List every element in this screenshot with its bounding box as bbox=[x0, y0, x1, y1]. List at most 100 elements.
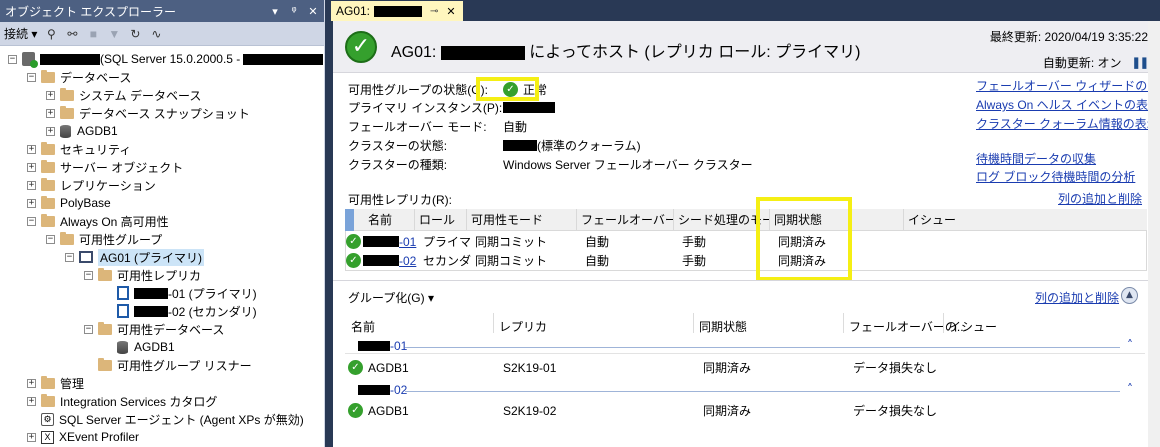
link-collect-latency[interactable]: 待機時間データの収集 bbox=[976, 150, 1096, 167]
col-header-availability-mode[interactable]: 可用性モード bbox=[467, 208, 577, 231]
expand-icon[interactable]: + bbox=[46, 108, 55, 118]
link-health-events[interactable]: Always On ヘルス イベントの表示(L) bbox=[976, 96, 1160, 113]
collapse-icon[interactable]: − bbox=[27, 216, 36, 226]
col-header-db-name[interactable]: 名前 bbox=[351, 318, 375, 335]
tree-node-security[interactable]: + セキュリティ bbox=[27, 140, 131, 158]
expand-icon[interactable]: + bbox=[27, 144, 36, 154]
disconnect-plug-icon[interactable]: ⚯ bbox=[65, 27, 79, 41]
col-header-issues[interactable]: イシュー bbox=[949, 318, 997, 335]
db-sync-state: 同期済み bbox=[703, 361, 752, 375]
expand-icon[interactable]: + bbox=[46, 126, 55, 136]
connect-plug-icon[interactable]: ⚲ bbox=[44, 27, 58, 41]
tree-node-polybase[interactable]: + PolyBase bbox=[27, 194, 111, 212]
close-panel-icon[interactable]: ✕ bbox=[305, 5, 321, 18]
tree-node-replica-01[interactable]: -01 (プライマリ) bbox=[117, 284, 257, 302]
db-row-group2[interactable]: ✓ AGDB1 S2K19-02 同期済み データ損失なし bbox=[348, 401, 1150, 420]
replica-row-02[interactable]: ✓ -02 セカンダリ 同期コミット 自動 手動 同期済み bbox=[345, 251, 1147, 270]
tree-node-replication[interactable]: + レプリケーション bbox=[27, 176, 156, 194]
collapse-group-icon[interactable]: ˄ bbox=[1127, 338, 1133, 352]
redacted-replica-name bbox=[134, 305, 168, 317]
folder-icon bbox=[41, 141, 55, 155]
col-header-sync-state[interactable]: 同期状態 bbox=[699, 318, 747, 335]
folder-icon bbox=[41, 69, 55, 83]
db-name: AGDB1 bbox=[368, 360, 409, 375]
collapse-icon[interactable]: − bbox=[8, 54, 17, 64]
tree-node-xevent[interactable]: + X XEvent Profiler bbox=[27, 428, 139, 446]
tree-node-agdb1[interactable]: + AGDB1 bbox=[46, 122, 118, 140]
window-position-icon[interactable]: ▾ bbox=[267, 5, 283, 18]
tree-node-system-databases[interactable]: + システム データベース bbox=[46, 86, 201, 104]
expand-icon[interactable]: + bbox=[46, 90, 55, 100]
pin-tab-icon[interactable]: ⊸ bbox=[430, 6, 438, 17]
tree-node-always-on[interactable]: − Always On 高可用性 bbox=[27, 212, 169, 230]
healthy-check-icon: ✓ bbox=[345, 31, 377, 63]
connect-dropdown[interactable]: 接続 ▾ bbox=[4, 25, 37, 42]
tree-node-ag-agdb1[interactable]: AGDB1 bbox=[117, 338, 175, 356]
redacted-tab-name bbox=[374, 5, 423, 17]
collapse-icon[interactable]: − bbox=[46, 234, 55, 244]
expand-icon[interactable]: + bbox=[27, 180, 36, 190]
link-add-remove-columns-2[interactable]: 列の追加と削除 bbox=[1035, 289, 1119, 306]
redacted-cluster-name bbox=[503, 139, 537, 151]
tree-node-db-snapshots[interactable]: + データベース スナップショット bbox=[46, 104, 250, 122]
link-quorum-info[interactable]: クラスター クォーラム情報の表示 bbox=[976, 115, 1159, 132]
cluster-type-value: Windows Server フェールオーバー クラスター bbox=[503, 157, 753, 172]
expand-icon[interactable]: + bbox=[27, 162, 36, 172]
tree-node-availability-groups[interactable]: − 可用性グループ bbox=[46, 230, 162, 248]
collapse-group-icon[interactable]: ˄ bbox=[1127, 382, 1133, 396]
collapse-icon[interactable]: − bbox=[84, 270, 93, 280]
tab-ag01-dashboard[interactable]: AG01: ⊸ ✕ bbox=[331, 1, 463, 21]
object-explorer-titlebar: オブジェクト エクスプローラー ▾ ᵠ ✕ bbox=[0, 0, 324, 22]
tree-node-ag-replicas[interactable]: − 可用性レプリカ bbox=[84, 266, 201, 284]
tree-node-databases[interactable]: − データベース bbox=[27, 68, 131, 86]
col-header-issues[interactable]: イシュー bbox=[904, 209, 994, 231]
group-header-01[interactable]: -01 bbox=[358, 339, 407, 353]
expand-icon[interactable]: + bbox=[27, 396, 36, 406]
tree-node-ag-listener[interactable]: 可用性グループ リスナー bbox=[84, 356, 252, 374]
col-header-failover[interactable]: フェールオーバー ... bbox=[577, 208, 674, 231]
collapse-icon[interactable]: − bbox=[27, 72, 36, 82]
tree-node-sql-agent[interactable]: ⚙ SQL Server エージェント (Agent XPs が無効) bbox=[41, 410, 304, 428]
replica-row-01[interactable]: ✓ -01 プライマリ 同期コミット 自動 手動 同期済み bbox=[345, 232, 1147, 251]
collapse-section-icon[interactable]: ▲ bbox=[1121, 287, 1138, 304]
folder-icon bbox=[60, 87, 74, 101]
expand-icon[interactable]: + bbox=[27, 378, 36, 388]
link-failover-wizard[interactable]: フェールオーバー ウィザードの開始 bbox=[976, 77, 1160, 94]
expand-icon[interactable]: + bbox=[27, 198, 36, 208]
tree-node-replica-02[interactable]: -02 (セカンダリ) bbox=[117, 302, 257, 320]
group-by-dropdown[interactable]: グループ化(G) ▾ bbox=[348, 289, 434, 306]
refresh-icon[interactable]: ↻ bbox=[128, 27, 142, 41]
tree-node-ag01[interactable]: − AG01 (プライマリ) bbox=[65, 248, 205, 266]
tree-label: Integration Services カタログ bbox=[60, 394, 218, 409]
xevent-icon: X bbox=[41, 430, 54, 444]
col-header-name[interactable]: 名前 bbox=[354, 208, 415, 231]
info-row-primary: プライマリ インスタンス(P): bbox=[348, 99, 555, 115]
tree-node-server-objects[interactable]: + サーバー オブジェクト bbox=[27, 158, 183, 176]
tree-node-management[interactable]: + 管理 bbox=[27, 374, 84, 392]
filter-icon[interactable]: ▼ bbox=[107, 27, 121, 41]
link-add-remove-columns[interactable]: 列の追加と削除 bbox=[1058, 190, 1142, 207]
column-separator bbox=[693, 313, 694, 333]
tree-node-ag-databases[interactable]: − 可用性データベース bbox=[84, 320, 224, 338]
highlight-box bbox=[476, 77, 539, 101]
pause-icon[interactable]: ❚❚ bbox=[1132, 56, 1149, 69]
close-tab-icon[interactable]: ✕ bbox=[446, 5, 455, 18]
cluster-state-value: (標準のクォーラム) bbox=[537, 138, 641, 153]
db-row-group1[interactable]: ✓ AGDB1 S2K19-01 同期済み データ損失なし bbox=[348, 358, 1150, 377]
collapse-icon[interactable]: − bbox=[65, 252, 74, 262]
tree-node-is-catalog[interactable]: + Integration Services カタログ bbox=[27, 392, 217, 410]
stop-icon[interactable]: ■ bbox=[86, 27, 100, 41]
collapse-icon[interactable]: − bbox=[84, 324, 93, 334]
tree-node-server[interactable]: − (SQL Server 15.0.2000.5 - bbox=[8, 50, 324, 68]
link-log-block-analysis[interactable]: ログ ブロック待機時間の分析 bbox=[976, 168, 1135, 185]
expand-icon[interactable]: + bbox=[27, 432, 36, 442]
dashboard-vertical-scrollbar[interactable] bbox=[1148, 21, 1160, 447]
auto-hide-pin-icon[interactable]: ᵠ bbox=[286, 5, 302, 17]
replica-name-link[interactable]: -02 bbox=[399, 254, 419, 268]
group-header-02[interactable]: -02 bbox=[358, 383, 407, 397]
col-header-role[interactable]: ロール bbox=[415, 208, 467, 231]
database-icon bbox=[117, 340, 128, 354]
activity-monitor-icon[interactable]: ∿ bbox=[149, 27, 163, 41]
replica-name-link[interactable]: -01 bbox=[399, 235, 419, 249]
col-header-replica[interactable]: レプリカ bbox=[499, 318, 547, 335]
